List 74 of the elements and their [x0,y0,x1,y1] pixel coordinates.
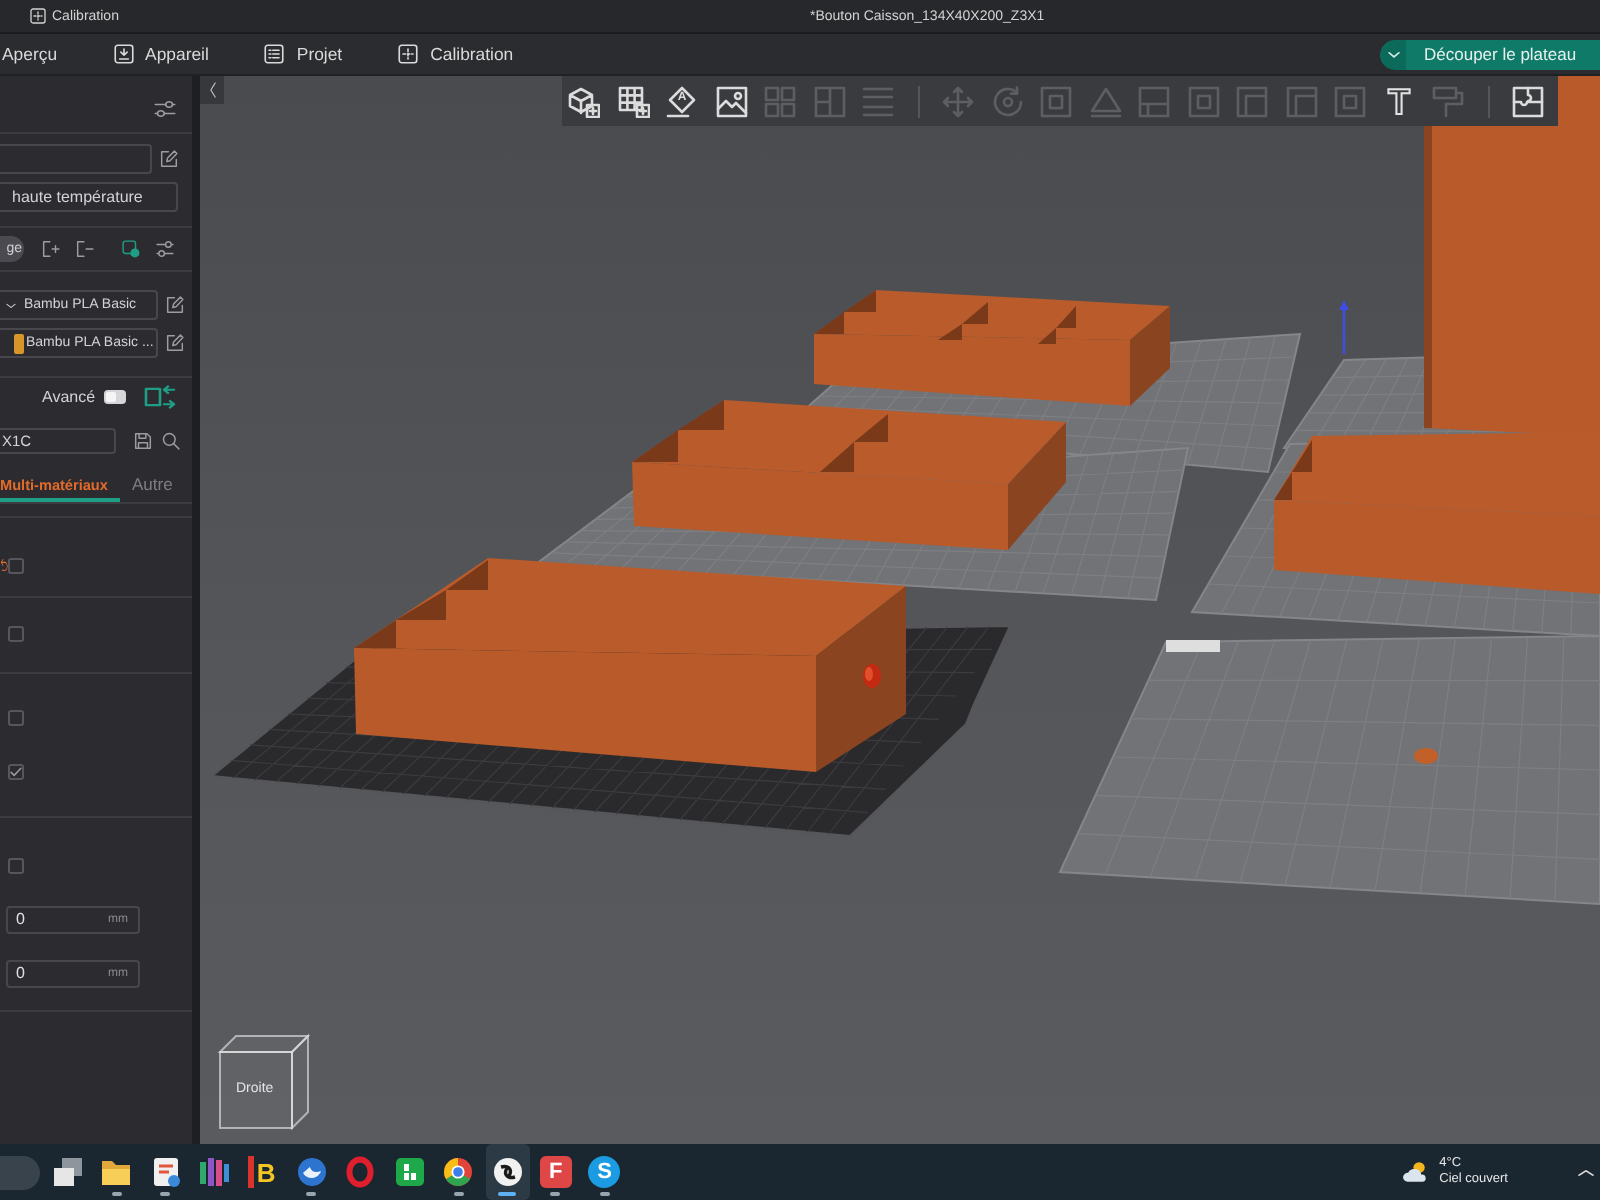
grid-icon [617,85,649,117]
swirl-icon [491,1156,524,1188]
axis-arrow [1339,300,1349,354]
edit-icon[interactable] [166,296,184,314]
crosshair-square-icon [398,44,419,64]
document-icon [149,1156,182,1188]
tab[interactable]: Aperçu [2,34,58,74]
list-icon [264,44,285,64]
add-icon[interactable] [42,239,60,257]
search-icon[interactable] [162,432,180,450]
split-square-icon [1138,85,1170,117]
advanced-label: Avancé [42,387,96,405]
dropdown-field[interactable]: haute température [0,182,178,212]
tool-button[interactable] [613,81,653,121]
edit-icon[interactable] [160,150,178,168]
triangle-icon [1089,85,1121,117]
move-arrows-icon [942,85,974,117]
check-icon [10,765,22,777]
rotate-icon [991,85,1023,117]
tab[interactable]: Projet [264,34,343,74]
collapse-button[interactable] [200,76,224,104]
checkbox[interactable] [8,557,24,573]
chevron-up-icon[interactable] [1578,1167,1594,1177]
cloud-sun-icon[interactable] [1401,1160,1428,1184]
checkbox[interactable] [8,763,24,779]
square-arrows-icon[interactable] [143,383,176,409]
square-icon [1040,85,1072,117]
slice-button[interactable]: Découper le plateau [1406,39,1600,69]
chevron-left-icon [207,82,217,98]
bars-icon [198,1156,231,1188]
squares-icon [764,85,796,117]
small-part-model [1414,748,1438,764]
puzzle-icon [1512,85,1544,117]
dropdown-button[interactable] [1380,39,1406,69]
tile-icon [393,1156,426,1188]
sliders-icon[interactable] [154,100,176,118]
task-view-icon [52,1156,84,1188]
crosshair-square-icon [30,8,46,24]
folder-icon [100,1156,133,1188]
tab[interactable]: Appareil [113,34,209,74]
cube-icon [568,85,600,117]
sliders-icon[interactable] [156,239,174,257]
corner-icon [1236,85,1268,117]
edit-icon[interactable] [166,334,184,352]
diamond-icon [666,85,698,117]
toggle-switch[interactable] [103,389,126,403]
square-icon [1334,85,1366,117]
dropdown-field[interactable] [0,144,152,174]
tool-button[interactable] [711,81,751,121]
search-field[interactable] [0,1155,40,1189]
roller-icon [1432,85,1464,117]
taskbar-button[interactable]: B [241,1144,286,1200]
taskbar-button[interactable] [485,1144,530,1200]
tool-button[interactable]: T [1379,81,1419,121]
caret-icon [6,301,16,309]
remove-icon[interactable] [76,239,94,257]
square-icon [1187,85,1219,117]
tool-button[interactable] [1508,81,1548,121]
taskbar-button[interactable]: F [533,1144,578,1200]
segmented-circle-icon [442,1156,475,1188]
ring-icon [344,1156,377,1188]
corner-icon [1285,85,1317,117]
download-icon [113,44,134,64]
lines-icon [862,85,894,117]
checkbox[interactable] [8,709,24,725]
crescent-circle-icon [295,1156,328,1188]
knob-model [863,664,881,688]
checkbox[interactable] [8,857,24,873]
checkbox[interactable] [8,625,24,641]
tab[interactable]: Calibration [398,34,514,74]
save-icon[interactable] [134,432,152,450]
picture-icon [715,85,747,117]
chevron-down-icon [1387,49,1399,59]
undo-icon[interactable] [0,558,8,572]
